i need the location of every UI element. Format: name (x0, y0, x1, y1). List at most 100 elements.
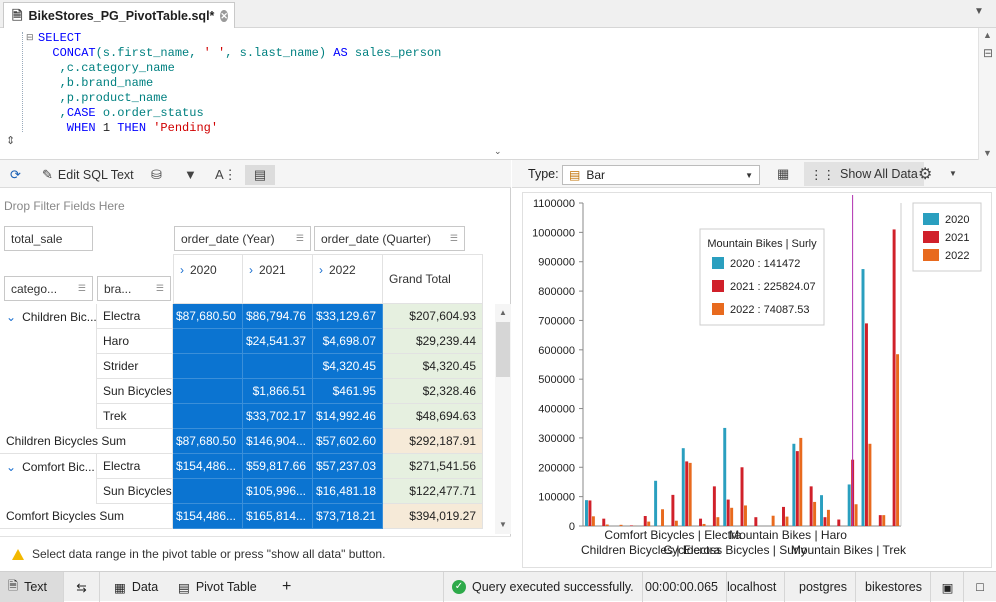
row-brand[interactable]: Sun Bicycles (97, 479, 173, 504)
value-cell[interactable]: $87,680.50 (173, 304, 243, 329)
code-line[interactable]: ,p.product_name (38, 91, 441, 106)
document-tab[interactable]: 🗎 BikeStores_PG_PivotTable.sql* ✕ (3, 2, 235, 28)
row-category[interactable]: ⌄Children Bic... (0, 304, 97, 329)
sql-editor[interactable]: ⊟ SELECT CONCAT(s.first_name, ' ', s.las… (0, 28, 996, 160)
layout-full-button[interactable]: □ (964, 572, 996, 602)
layout-bottom-button[interactable]: ▣ (932, 572, 964, 602)
value-cell[interactable] (173, 329, 243, 354)
year-header-2022[interactable]: ›2022 (313, 254, 383, 304)
data-view-tab[interactable]: ▦Data (106, 572, 166, 602)
column-field-year[interactable]: order_date (Year)☰ (174, 226, 311, 251)
row-category[interactable] (0, 354, 97, 379)
row-sum-label[interactable]: Comfort Bicycles Sum (0, 504, 173, 529)
value-cell[interactable]: $73,718.21 (313, 504, 383, 529)
scroll-up-icon[interactable]: ▲ (499, 308, 507, 317)
swap-view-button[interactable]: ⇆ (64, 572, 100, 602)
chart-area[interactable]: 0100000200000300000400000500000600000700… (522, 192, 992, 568)
value-cell[interactable]: $59,817.66 (243, 454, 313, 479)
expand-chevron-icon[interactable]: ⌄ (6, 460, 16, 474)
row-category[interactable] (0, 404, 97, 429)
code-line[interactable]: ,b.brand_name (38, 76, 441, 91)
value-cell[interactable] (173, 404, 243, 429)
row-category[interactable]: ⌄Comfort Bic... (0, 454, 97, 479)
grand-total-cell[interactable]: $207,604.93 (383, 304, 483, 329)
grand-total-cell[interactable]: $2,328.46 (383, 379, 483, 404)
pivot-table-tab[interactable]: ▤Pivot Table (170, 572, 270, 602)
data-field-total-sale[interactable]: total_sale (4, 226, 93, 251)
scroll-thumb[interactable] (496, 322, 510, 377)
split-handle-icon[interactable]: ⊟ (983, 46, 993, 60)
value-cell[interactable]: $105,996... (243, 479, 313, 504)
row-brand[interactable]: Strider (97, 354, 173, 379)
expand-chevron-icon[interactable]: ⌄ (6, 310, 16, 324)
chart-type-select[interactable]: ▤ Bar ▼ (562, 165, 760, 185)
grand-total-cell[interactable]: $4,320.45 (383, 354, 483, 379)
row-category[interactable] (0, 379, 97, 404)
value-cell[interactable]: $14,992.46 (313, 404, 383, 429)
value-cell[interactable]: $154,486... (173, 454, 243, 479)
value-cell[interactable] (173, 479, 243, 504)
row-field-brand[interactable]: bra...☰ (97, 276, 171, 301)
value-cell[interactable]: $146,904... (243, 429, 313, 454)
year-header-2021[interactable]: ›2021 (243, 254, 313, 304)
code-line[interactable]: WHEN 1 THEN 'Pending' (38, 121, 441, 136)
format-button[interactable]: A⋮ (215, 165, 237, 185)
value-cell[interactable]: $1,866.51 (243, 379, 313, 404)
layout-button[interactable]: ▤ (245, 165, 275, 185)
settings-gear-icon[interactable]: ⚙ (918, 164, 932, 184)
add-view-button[interactable]: + (274, 572, 304, 602)
pivot-scrollbar[interactable]: ▲ ▼ (495, 304, 511, 534)
value-cell[interactable]: $87,680.50 (173, 429, 243, 454)
fold-toggle-icon[interactable]: ⊟ (26, 32, 34, 43)
collapse-editor-icon[interactable]: ⌄ (494, 146, 502, 157)
value-cell[interactable]: $24,541.37 (243, 329, 313, 354)
dropdown-arrow-icon[interactable]: ▼ (745, 171, 753, 180)
row-category[interactable] (0, 329, 97, 354)
value-cell[interactable] (243, 354, 313, 379)
grand-total-cell[interactable]: $48,694.63 (383, 404, 483, 429)
show-all-data-button[interactable]: ⋮⋮ Show All Data (804, 162, 924, 186)
settings-chevron-down-icon[interactable]: ▼ (949, 169, 957, 178)
grand-total-cell[interactable]: $271,541.56 (383, 454, 483, 479)
value-cell[interactable]: $33,702.17 (243, 404, 313, 429)
value-cell[interactable]: $33,129.67 (313, 304, 383, 329)
row-sum-label[interactable]: Children Bicycles Sum (0, 429, 173, 454)
year-header-2020[interactable]: ›2020 (173, 254, 243, 304)
row-field-category[interactable]: catego...☰ (4, 276, 93, 301)
grand-total-cell[interactable]: $29,239.44 (383, 329, 483, 354)
code-line[interactable]: ,c.category_name (38, 61, 441, 76)
refresh-button[interactable]: ⟳ (10, 165, 21, 185)
row-brand[interactable]: Haro (97, 329, 173, 354)
code-line[interactable]: SELECT (38, 31, 441, 46)
code-line[interactable]: CONCAT(s.first_name, ' ', s.last_name) A… (38, 46, 441, 61)
value-cell[interactable]: $4,320.45 (313, 354, 383, 379)
grand-total-cell[interactable]: $122,477.71 (383, 479, 483, 504)
data-source-button[interactable]: ⛁ (151, 165, 162, 185)
value-cell[interactable]: $57,602.60 (313, 429, 383, 454)
edit-sql-button[interactable]: ✎Edit SQL Text (42, 165, 134, 185)
split-editor-icon[interactable]: ⇕ (6, 134, 15, 147)
row-brand[interactable]: Electra (97, 454, 173, 479)
close-tab-icon[interactable]: ✕ (220, 10, 228, 22)
text-view-tab[interactable]: 🗎Text (0, 572, 64, 602)
value-cell[interactable] (173, 379, 243, 404)
value-cell[interactable]: $4,698.07 (313, 329, 383, 354)
value-cell[interactable]: $57,237.03 (313, 454, 383, 479)
value-cell[interactable]: $154,486... (173, 504, 243, 529)
filter-button[interactable]: ▼ (184, 165, 197, 185)
scroll-down-icon[interactable]: ▼ (983, 148, 992, 158)
row-brand[interactable]: Sun Bicycles (97, 379, 173, 404)
value-cell[interactable]: $165,814... (243, 504, 313, 529)
row-brand[interactable]: Trek (97, 404, 173, 429)
export-chart-icon[interactable]: ▦ (777, 166, 789, 182)
value-cell[interactable]: $86,794.76 (243, 304, 313, 329)
tab-list-chevron-icon[interactable]: ▼ (974, 6, 984, 17)
code-line[interactable]: ,CASE o.order_status (38, 106, 441, 121)
code-text[interactable]: SELECT CONCAT(s.first_name, ' ', s.last_… (38, 31, 441, 136)
value-cell[interactable]: $16,481.18 (313, 479, 383, 504)
column-field-quarter[interactable]: order_date (Quarter)☰ (314, 226, 465, 251)
bar-chart[interactable]: 0100000200000300000400000500000600000700… (523, 193, 991, 567)
grand-total-cell[interactable]: $292,187.91 (383, 429, 483, 454)
grand-total-cell[interactable]: $394,019.27 (383, 504, 483, 529)
row-brand[interactable]: Electra (97, 304, 173, 329)
